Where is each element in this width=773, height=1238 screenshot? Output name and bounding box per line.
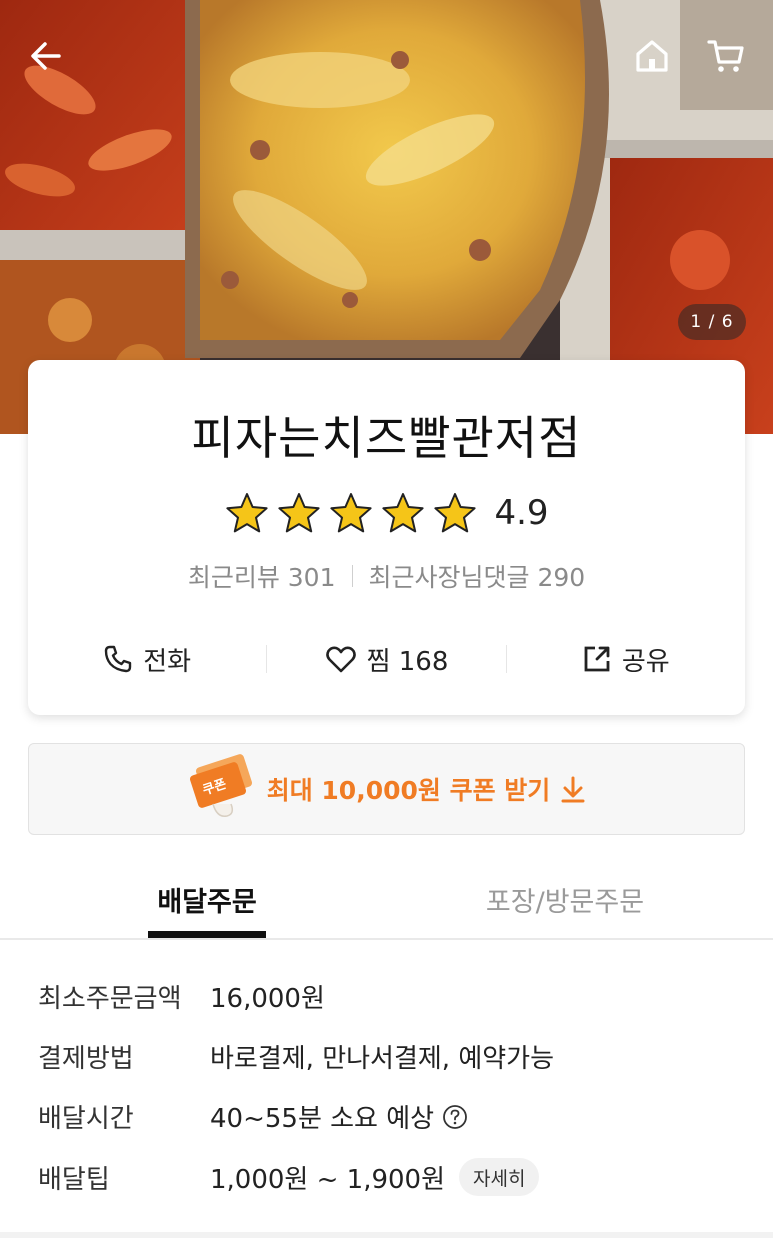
section-divider	[0, 1232, 773, 1238]
call-label: 전화	[143, 646, 192, 677]
heart-icon	[325, 646, 356, 673]
rating-value: 4.9	[494, 493, 549, 533]
coupon-label: 최대 10,000원 쿠폰 받기	[266, 776, 551, 805]
active-tab-indicator	[148, 931, 266, 938]
info-value: 40~55분 소요 예상	[210, 1104, 435, 1134]
tab-delivery-order[interactable]: 배달주문	[148, 880, 266, 919]
info-label: 배달시간	[38, 1104, 134, 1134]
delivery-tip-detail-button[interactable]: 자세히	[459, 1158, 540, 1196]
store-info-card: 피자는치즈빨관저점 4.9 최근리뷰 301 최근사장님댓글 290 전화 찜 …	[28, 360, 745, 715]
download-arrow-icon	[561, 776, 585, 803]
info-label: 최소주문금액	[38, 984, 182, 1014]
info-row-delivery-time: 배달시간 40~55분 소요 예상	[38, 1098, 468, 1135]
recent-reviews-link[interactable]: 최근리뷰 301	[188, 558, 336, 594]
like-button[interactable]: 찜 168	[267, 641, 505, 678]
store-name: 피자는치즈빨관저점	[191, 411, 582, 465]
info-value: 바로결제, 만나서결제, 예약가능	[210, 1044, 555, 1074]
coupon-banner[interactable]: 쿠폰 최대 10,000원 쿠폰 받기	[28, 743, 745, 835]
store-actions: 전화 찜 168 공유	[28, 632, 745, 686]
back-arrow-icon[interactable]	[26, 36, 66, 76]
phone-icon	[105, 645, 132, 673]
info-label: 결제방법	[38, 1044, 134, 1074]
cart-icon[interactable]	[706, 36, 746, 76]
review-summary[interactable]: 최근리뷰 301 최근사장님댓글 290	[28, 558, 745, 594]
share-button[interactable]: 공유	[507, 641, 745, 678]
home-icon[interactable]	[632, 36, 672, 76]
help-question-icon[interactable]	[442, 1104, 468, 1130]
rating-row[interactable]: 4.9	[28, 490, 745, 536]
star-icon	[330, 493, 373, 533]
share-icon	[584, 646, 610, 672]
order-type-tabs: 배달주문 포장/방문주문	[0, 862, 773, 940]
info-value: 16,000원	[210, 984, 325, 1014]
star-icon	[434, 493, 477, 533]
info-label: 배달팁	[38, 1164, 110, 1195]
like-count-label: 찜 168	[366, 646, 449, 677]
share-label: 공유	[621, 646, 670, 677]
tab-takeout-order[interactable]: 포장/방문주문	[470, 880, 660, 919]
info-row-min-order: 최소주문금액 16,000원	[38, 978, 325, 1015]
info-value: 1,000원 ~ 1,900원	[210, 1164, 446, 1195]
review-divider	[351, 565, 353, 587]
info-row-delivery-tip: 배달팁 1,000원 ~ 1,900원 자세히	[38, 1158, 540, 1196]
star-icon	[382, 493, 425, 533]
owner-replies-link[interactable]: 최근사장님댓글 290	[369, 558, 586, 594]
star-icon	[226, 493, 269, 533]
star-icon	[278, 493, 321, 533]
coupon-ticket-icon: 쿠폰	[189, 754, 252, 817]
call-button[interactable]: 전화	[28, 641, 266, 678]
info-row-payment: 결제방법 바로결제, 만나서결제, 예약가능	[38, 1038, 554, 1075]
photo-counter: 1 / 6	[678, 304, 746, 340]
